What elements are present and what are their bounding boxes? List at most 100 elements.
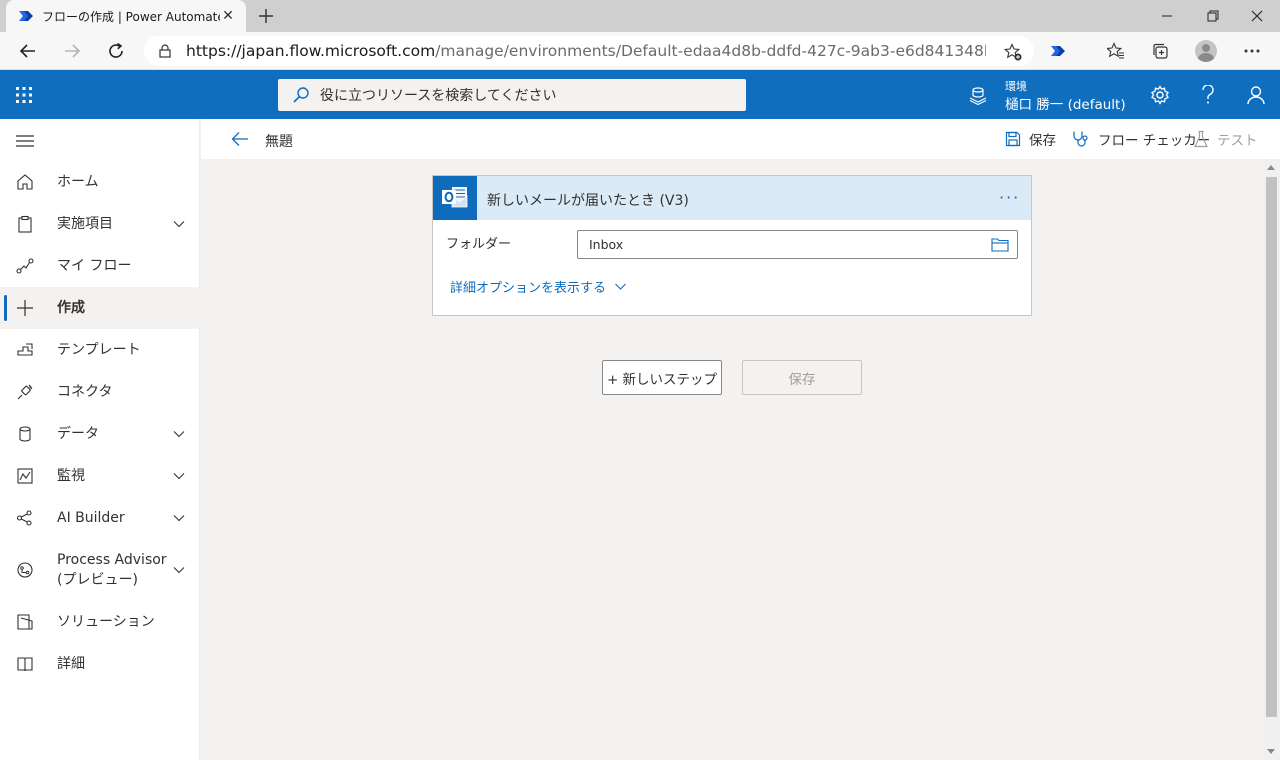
command-bar: 無題 保存 フロー チェッカー テスト (201, 119, 1280, 159)
clipboard-icon (16, 215, 34, 233)
environment-name[interactable]: 樋口 勝一 (default) (1005, 93, 1126, 113)
close-window-icon[interactable] (1234, 0, 1280, 32)
nav-label: マイ フロー (57, 258, 132, 274)
flow-title[interactable]: 無題 (265, 131, 293, 151)
show-advanced-options-link[interactable]: 詳細オプションを表示する (450, 277, 627, 296)
environment-label: 環境 (1005, 80, 1027, 93)
connector-icon (16, 383, 34, 401)
beaker-icon (1194, 130, 1208, 148)
tab-close-icon[interactable]: ✕ (220, 8, 236, 24)
folder-label: フォルダー (446, 237, 512, 252)
resource-search-input[interactable]: 役に立つリソースを検索してください (278, 79, 746, 111)
nav-label: ソリューション (57, 614, 155, 630)
chevron-down-icon[interactable] (172, 427, 186, 441)
minimize-icon[interactable] (1144, 0, 1190, 32)
folder-input[interactable]: Inbox (577, 230, 1018, 259)
tab-title: フローの作成 | Power Automate (42, 9, 220, 24)
trigger-card: 新しいメールが届いたとき (V3) ··· フォルダー Inbox 詳細オプショ… (432, 175, 1032, 316)
add-favorite-icon[interactable] (1004, 43, 1022, 61)
chevron-down-icon[interactable] (172, 511, 186, 525)
back-icon[interactable] (13, 36, 43, 66)
settings-gear-icon[interactable] (1136, 70, 1184, 119)
solution-icon (16, 613, 34, 631)
folder-value: Inbox (589, 237, 624, 252)
nav-label: ホーム (57, 174, 99, 190)
advanced-options-label: 詳細オプションを表示する (450, 281, 607, 296)
nav-item-data[interactable]: データ (0, 413, 200, 455)
scroll-down-arrow[interactable] (1267, 749, 1275, 754)
help-icon[interactable] (1184, 70, 1232, 119)
flow-checker-button[interactable]: フロー チェッカー (1072, 129, 1210, 149)
nav-item-monitor[interactable]: 監視 (0, 455, 200, 497)
chevron-down-icon[interactable] (172, 469, 186, 483)
flow-icon (16, 257, 34, 275)
browser-tab[interactable]: フローの作成 | Power Automate ✕ (6, 0, 246, 32)
save-icon (1005, 131, 1021, 147)
browser-toolbar: https://japan.flow.microsoft.com/manage/… (0, 32, 1280, 70)
save-command-label: 保存 (1029, 133, 1056, 149)
new-step-button[interactable]: + 新しいステップ (602, 360, 722, 395)
new-tab-icon[interactable] (254, 4, 278, 28)
nav-item-solutions[interactable]: ソリューション (0, 601, 200, 643)
app-launcher-icon[interactable] (0, 70, 48, 119)
url-text: https://japan.flow.microsoft.com/manage/… (186, 42, 986, 60)
scroll-up-arrow[interactable] (1267, 165, 1275, 170)
nav-item-ai-builder[interactable]: AI Builder (0, 497, 200, 539)
outlook-icon (433, 176, 477, 220)
hamburger-menu-icon[interactable] (16, 135, 34, 147)
book-icon (16, 655, 34, 673)
nav-item-my-flows[interactable]: マイ フロー (0, 245, 200, 287)
search-placeholder: 役に立つリソースを検索してください (320, 88, 557, 104)
nav-item-action-items[interactable]: 実施項目 (0, 203, 200, 245)
favorites-icon[interactable] (1101, 36, 1131, 66)
power-automate-extension-icon[interactable] (1043, 36, 1073, 66)
nav-label: AI Builder (57, 510, 125, 526)
save-command-button[interactable]: 保存 (1005, 129, 1056, 149)
chevron-down-icon[interactable] (172, 563, 186, 577)
test-button[interactable]: テスト (1193, 129, 1258, 149)
scroll-thumb[interactable] (1266, 177, 1277, 717)
folder-icon[interactable] (991, 237, 1009, 252)
home-icon (16, 173, 34, 191)
more-options-icon[interactable] (1237, 36, 1267, 66)
restore-icon[interactable] (1190, 0, 1236, 32)
nav-item-home[interactable]: ホーム (0, 161, 200, 203)
chevron-down-icon[interactable] (172, 217, 186, 231)
account-icon[interactable] (1232, 70, 1280, 119)
address-bar[interactable]: https://japan.flow.microsoft.com/manage/… (144, 36, 1034, 66)
browser-tabstrip: フローの作成 | Power Automate ✕ (0, 0, 1280, 32)
profile-avatar[interactable] (1191, 36, 1221, 66)
template-icon (16, 341, 34, 359)
more-options-icon[interactable]: ··· (999, 188, 1020, 207)
plus-icon (16, 299, 34, 317)
database-icon (16, 425, 34, 443)
save-button[interactable]: 保存 (742, 360, 862, 395)
power-automate-icon (19, 11, 33, 21)
collections-icon[interactable] (1145, 36, 1175, 66)
refresh-icon[interactable] (101, 36, 131, 66)
ai-builder-icon (16, 509, 34, 527)
nav-item-create[interactable]: 作成 (0, 287, 200, 329)
trigger-title: 新しいメールが届いたとき (V3) (487, 193, 689, 209)
monitor-chart-icon (16, 467, 34, 485)
nav-item-process-advisor[interactable]: Process Advisor (プレビュー) (0, 539, 200, 601)
nav-label: データ (57, 426, 99, 442)
app-header: 役に立つリソースを検索してください 環境 樋口 勝一 (default) (0, 70, 1280, 119)
nav-label: 実施項目 (57, 216, 113, 232)
forward-icon[interactable] (57, 36, 87, 66)
process-advisor-icon (16, 561, 34, 579)
test-label: テスト (1217, 133, 1258, 149)
nav-label: 詳細 (57, 656, 85, 672)
nav-item-learn[interactable]: 詳細 (0, 643, 200, 685)
trigger-card-header[interactable]: 新しいメールが届いたとき (V3) ··· (433, 176, 1031, 220)
nav-item-connectors[interactable]: コネクタ (0, 371, 200, 413)
vertical-scrollbar[interactable] (1263, 159, 1280, 760)
left-navigation: ホーム 実施項目 マイ フロー 作成 テンプレート コネクタ データ 監視 AI… (0, 119, 200, 760)
nav-label: Process Advisor (プレビュー) (57, 552, 167, 588)
lock-icon (159, 44, 171, 58)
nav-label: 作成 (57, 300, 85, 316)
environment-icon[interactable] (968, 85, 988, 105)
stethoscope-icon (1073, 131, 1088, 147)
nav-item-templates[interactable]: テンプレート (0, 329, 200, 371)
back-arrow-icon[interactable] (231, 130, 249, 148)
